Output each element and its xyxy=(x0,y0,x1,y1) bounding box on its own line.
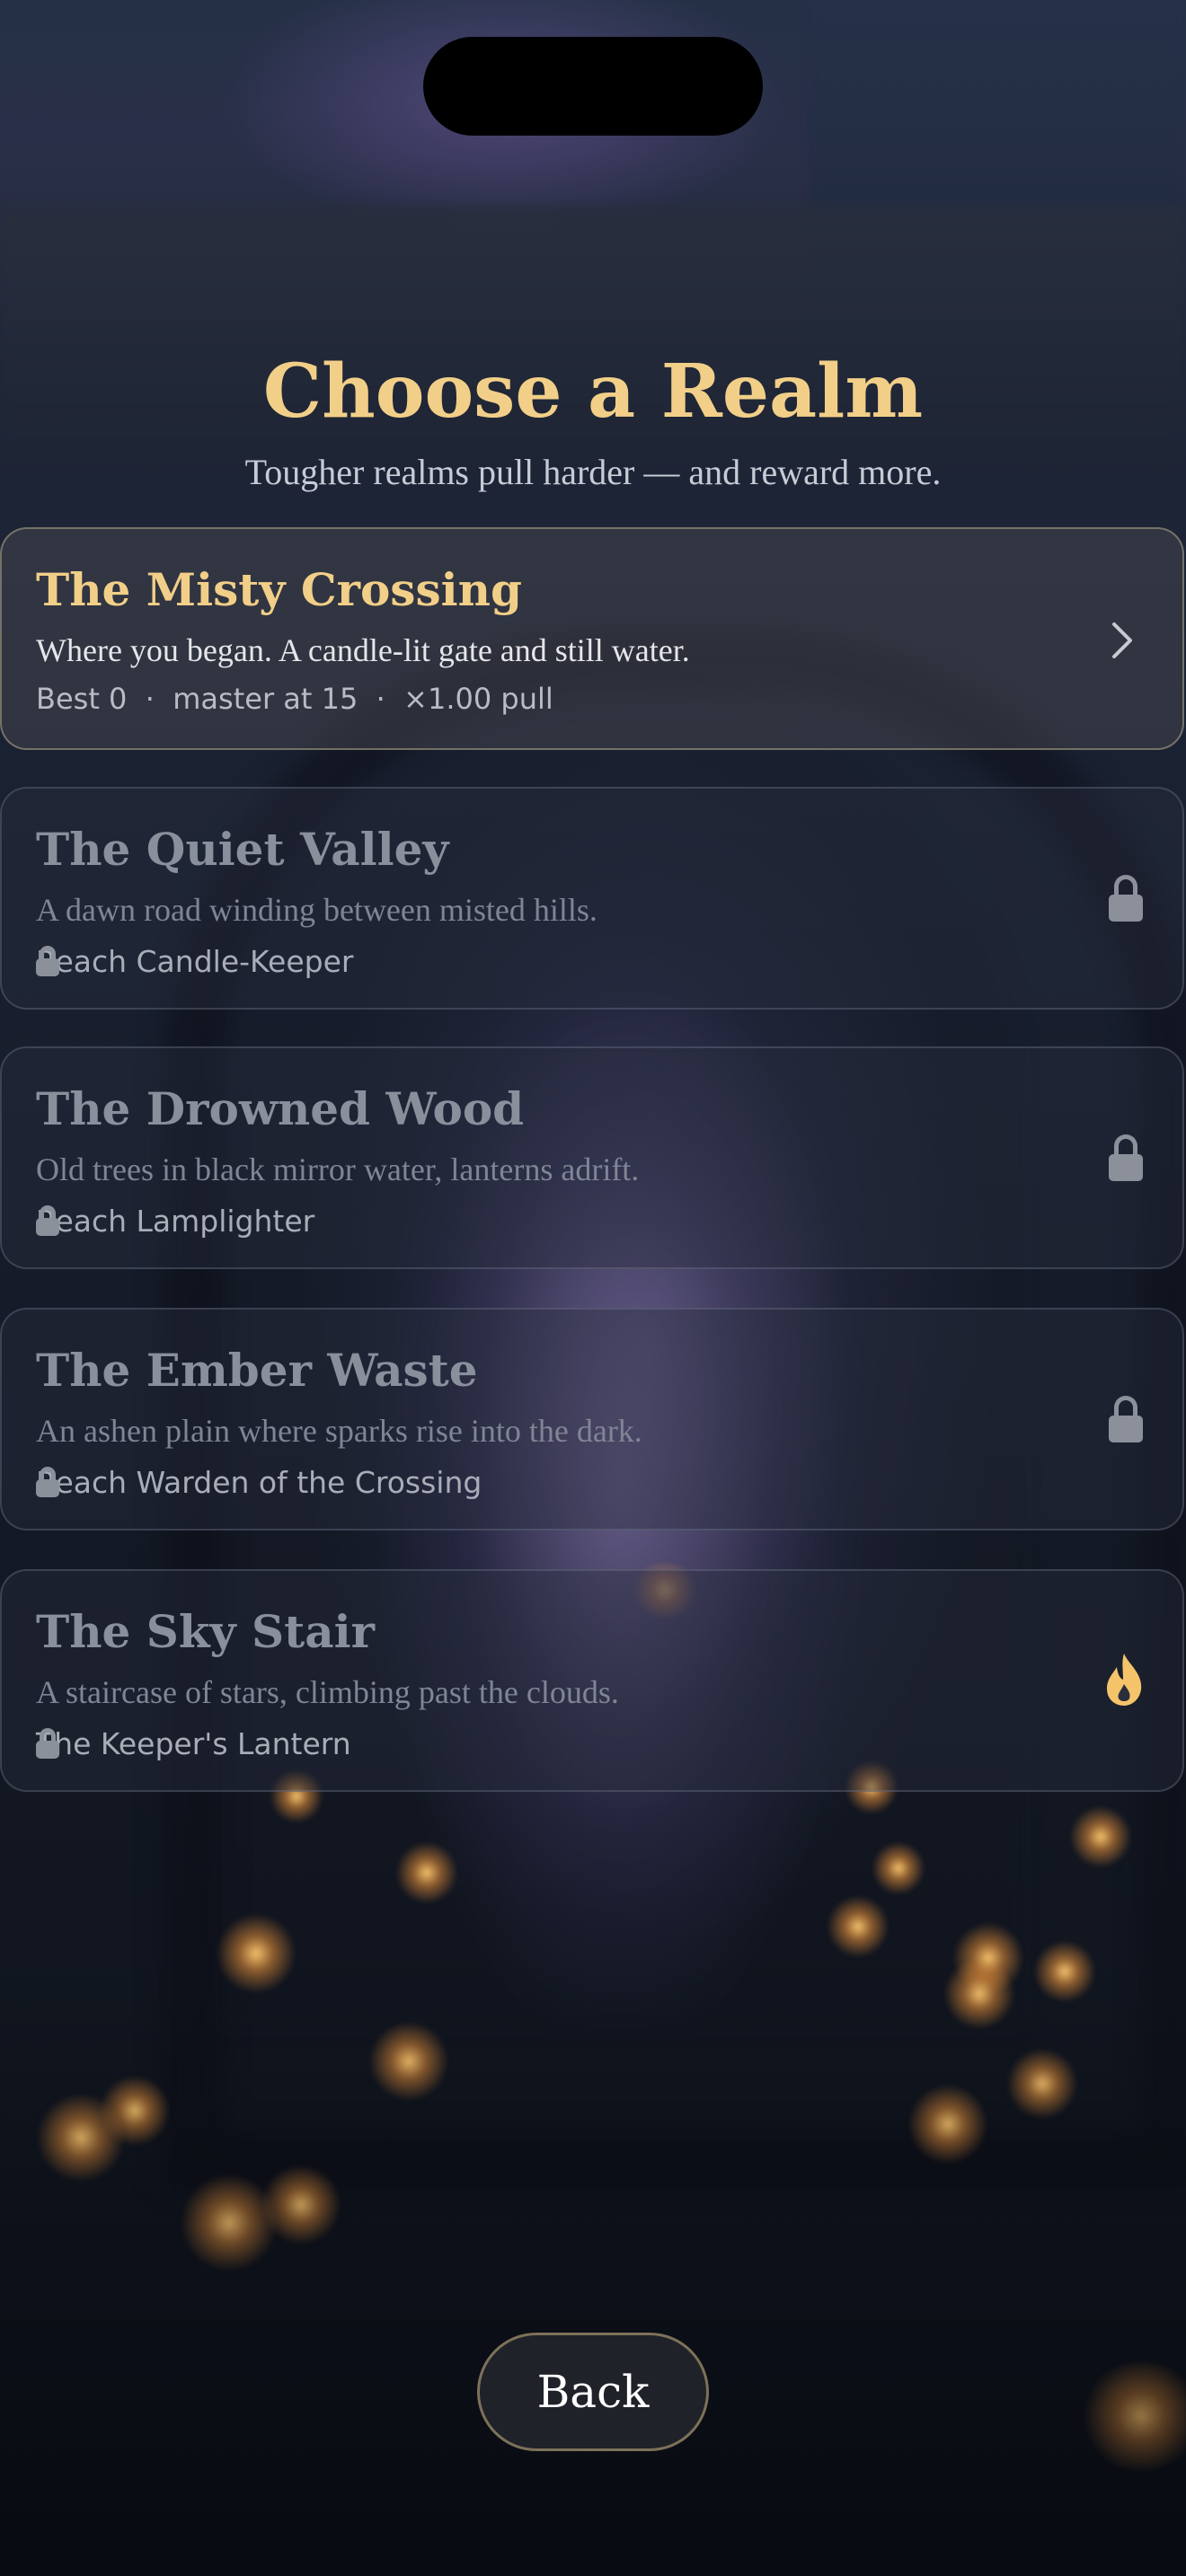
realm-card-sky-stair[interactable]: The Sky Stair A staircase of stars, clim… xyxy=(0,1569,1184,1792)
realm-requirement: Reach Lamplighter xyxy=(36,1203,314,1239)
realm-name: The Misty Crossing xyxy=(36,563,522,616)
realm-name: The Ember Waste xyxy=(36,1344,478,1397)
realm-description: Where you began. A candle-lit gate and s… xyxy=(36,632,690,668)
candle-glow xyxy=(395,1841,458,1904)
requirement-text: Reach Warden of the Crossing xyxy=(36,1464,482,1500)
page-subtitle: Tougher realms pull harder — and reward … xyxy=(244,452,942,492)
flame-icon xyxy=(1107,1654,1142,1706)
lock-icon xyxy=(1109,875,1143,922)
realm-description: A staircase of stars, climbing past the … xyxy=(36,1674,619,1710)
realm-description: An ashen plain where sparks rise into th… xyxy=(36,1413,642,1449)
background-floor-shade xyxy=(0,1976,1186,2576)
requirement-text: Reach Lamplighter xyxy=(36,1203,315,1239)
realm-requirement: Reach Warden of the Crossing xyxy=(36,1464,482,1500)
lock-icon xyxy=(1109,1134,1143,1181)
candle-glow xyxy=(827,1895,890,1958)
realm-card-ember-waste[interactable]: The Ember Waste An ashen plain where spa… xyxy=(0,1308,1184,1531)
requirement-text: Reach Candle-Keeper xyxy=(36,943,354,979)
small-lock-icon xyxy=(36,1467,59,1497)
page-title: Choose a Realm xyxy=(262,348,924,435)
realm-card-drowned-wood[interactable]: The Drowned Wood Old trees in black mirr… xyxy=(0,1046,1184,1269)
candle-glow xyxy=(1069,1805,1132,1868)
small-lock-icon xyxy=(36,1205,59,1236)
realm-description: A dawn road winding between misted hills… xyxy=(36,892,597,928)
realm-name: The Drowned Wood xyxy=(36,1082,525,1135)
realm-stats: Best 0 · master at 15 · ×1.00 pull xyxy=(36,682,553,716)
small-lock-icon xyxy=(36,1728,59,1759)
requirement-text: The Keeper's Lantern xyxy=(36,1725,351,1761)
device-notch xyxy=(423,37,763,136)
lock-icon xyxy=(1109,1396,1143,1442)
realm-card-misty-crossing[interactable]: The Misty Crossing Where you began. A ca… xyxy=(0,527,1184,750)
back-button[interactable]: Back xyxy=(477,2333,709,2451)
realm-requirement: Reach Candle-Keeper xyxy=(36,943,353,979)
candle-glow xyxy=(872,1841,925,1895)
realm-card-quiet-valley[interactable]: The Quiet Valley A dawn road winding bet… xyxy=(0,787,1184,1010)
realm-name: The Sky Stair xyxy=(36,1605,375,1658)
chevron-right-icon xyxy=(1112,622,1132,658)
realm-description: Old trees in black mirror water, lantern… xyxy=(36,1151,640,1187)
realm-requirement: The Keeper's Lantern xyxy=(36,1725,351,1761)
realm-name: The Quiet Valley xyxy=(36,823,449,876)
background-wall xyxy=(0,207,1186,476)
small-lock-icon xyxy=(36,946,59,976)
